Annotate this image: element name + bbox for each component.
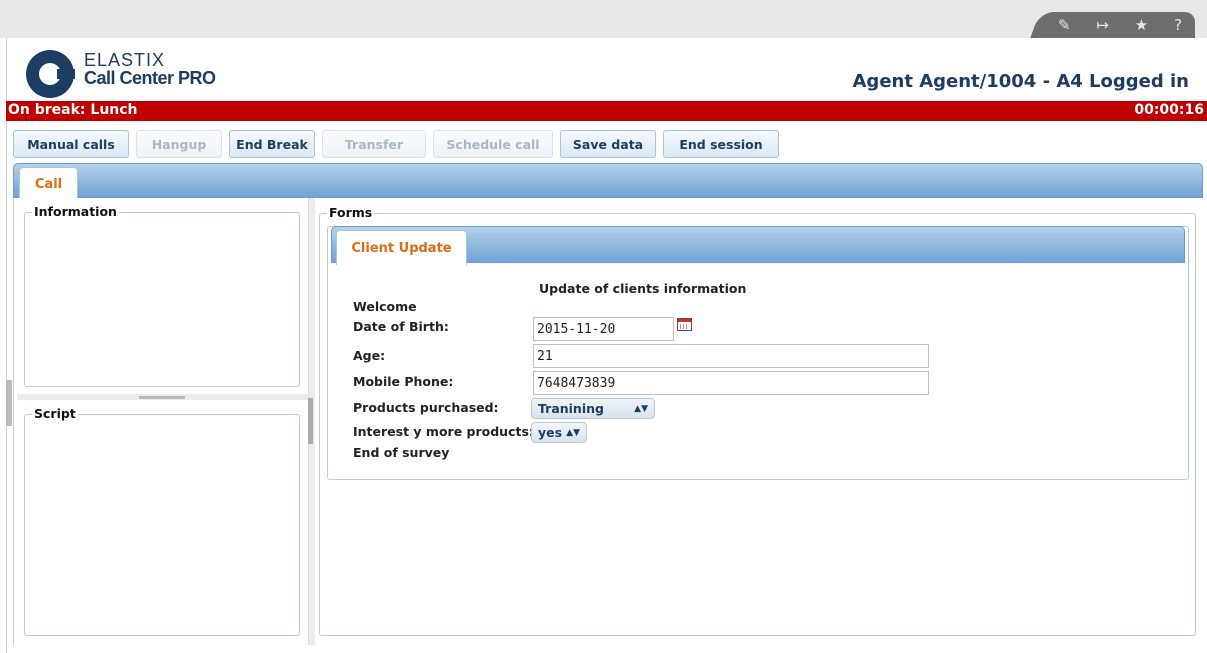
interest-more-products-label: Interest y more products: bbox=[353, 424, 534, 439]
save-data-button[interactable]: Save data bbox=[560, 130, 656, 158]
form-title: Update of clients information bbox=[539, 281, 747, 296]
age-field[interactable]: 21 bbox=[533, 344, 929, 368]
transfer-button[interactable]: Transfer bbox=[322, 130, 426, 158]
schedule-call-button[interactable]: Schedule call bbox=[433, 130, 553, 158]
end-break-button[interactable]: End Break bbox=[229, 130, 315, 158]
horizontal-splitter-grip[interactable] bbox=[139, 396, 185, 399]
script-label: Script bbox=[32, 406, 78, 421]
products-purchased-value: Tranining bbox=[538, 401, 604, 416]
dob-label: Date of Birth: bbox=[353, 319, 449, 334]
edit-icon[interactable]: ✎ bbox=[1058, 16, 1071, 34]
agent-status: Agent Agent/1004 - A4 Logged in bbox=[852, 71, 1190, 92]
script-panel bbox=[24, 414, 300, 636]
select-arrows-icon: ▲▼ bbox=[634, 403, 648, 414]
browser-top-bar: ✎ ↦ ★ ? bbox=[0, 0, 1207, 38]
manual-calls-button[interactable]: Manual calls bbox=[13, 130, 129, 158]
hangup-button[interactable]: Hangup bbox=[136, 130, 222, 158]
left-edge-handle[interactable] bbox=[6, 380, 12, 426]
break-timer: 00:00:16 bbox=[1134, 102, 1204, 118]
top-toolbar: ✎ ↦ ★ ? bbox=[1045, 12, 1195, 38]
brand-product: Call Center PRO bbox=[84, 68, 216, 88]
information-panel bbox=[24, 212, 300, 387]
forms-label: Forms bbox=[327, 205, 375, 220]
elastix-logo-icon bbox=[26, 50, 75, 98]
end-of-survey-text: End of survey bbox=[353, 445, 450, 460]
logout-icon[interactable]: ↦ bbox=[1096, 16, 1109, 34]
tab-client-update[interactable]: Client Update bbox=[336, 230, 467, 265]
products-purchased-label: Products purchased: bbox=[353, 400, 499, 415]
products-purchased-select[interactable]: Tranining ▲▼ bbox=[531, 398, 655, 419]
information-label: Information bbox=[32, 204, 119, 219]
mobile-phone-field[interactable]: 7648473839 bbox=[533, 371, 929, 395]
star-icon[interactable]: ★ bbox=[1135, 16, 1148, 34]
welcome-text: Welcome bbox=[353, 299, 417, 314]
vertical-splitter-grip[interactable] bbox=[308, 398, 313, 444]
interest-more-products-select[interactable]: yes ▲▼ bbox=[531, 422, 587, 443]
age-label: Age: bbox=[353, 348, 386, 363]
tab-call[interactable]: Call bbox=[19, 167, 78, 200]
mobile-phone-label: Mobile Phone: bbox=[353, 374, 454, 389]
end-session-button[interactable]: End session bbox=[663, 130, 779, 158]
break-status: On break: Lunch bbox=[8, 102, 138, 118]
dob-field[interactable]: 2015-11-20 bbox=[533, 317, 674, 341]
main-tab-bar bbox=[13, 163, 1203, 198]
break-status-bar: On break: Lunch 00:00:16 bbox=[6, 101, 1207, 121]
help-icon[interactable]: ? bbox=[1174, 16, 1182, 34]
select-arrows-icon: ▲▼ bbox=[566, 427, 580, 438]
interest-more-products-value: yes bbox=[538, 425, 563, 440]
calendar-icon[interactable] bbox=[677, 318, 692, 331]
